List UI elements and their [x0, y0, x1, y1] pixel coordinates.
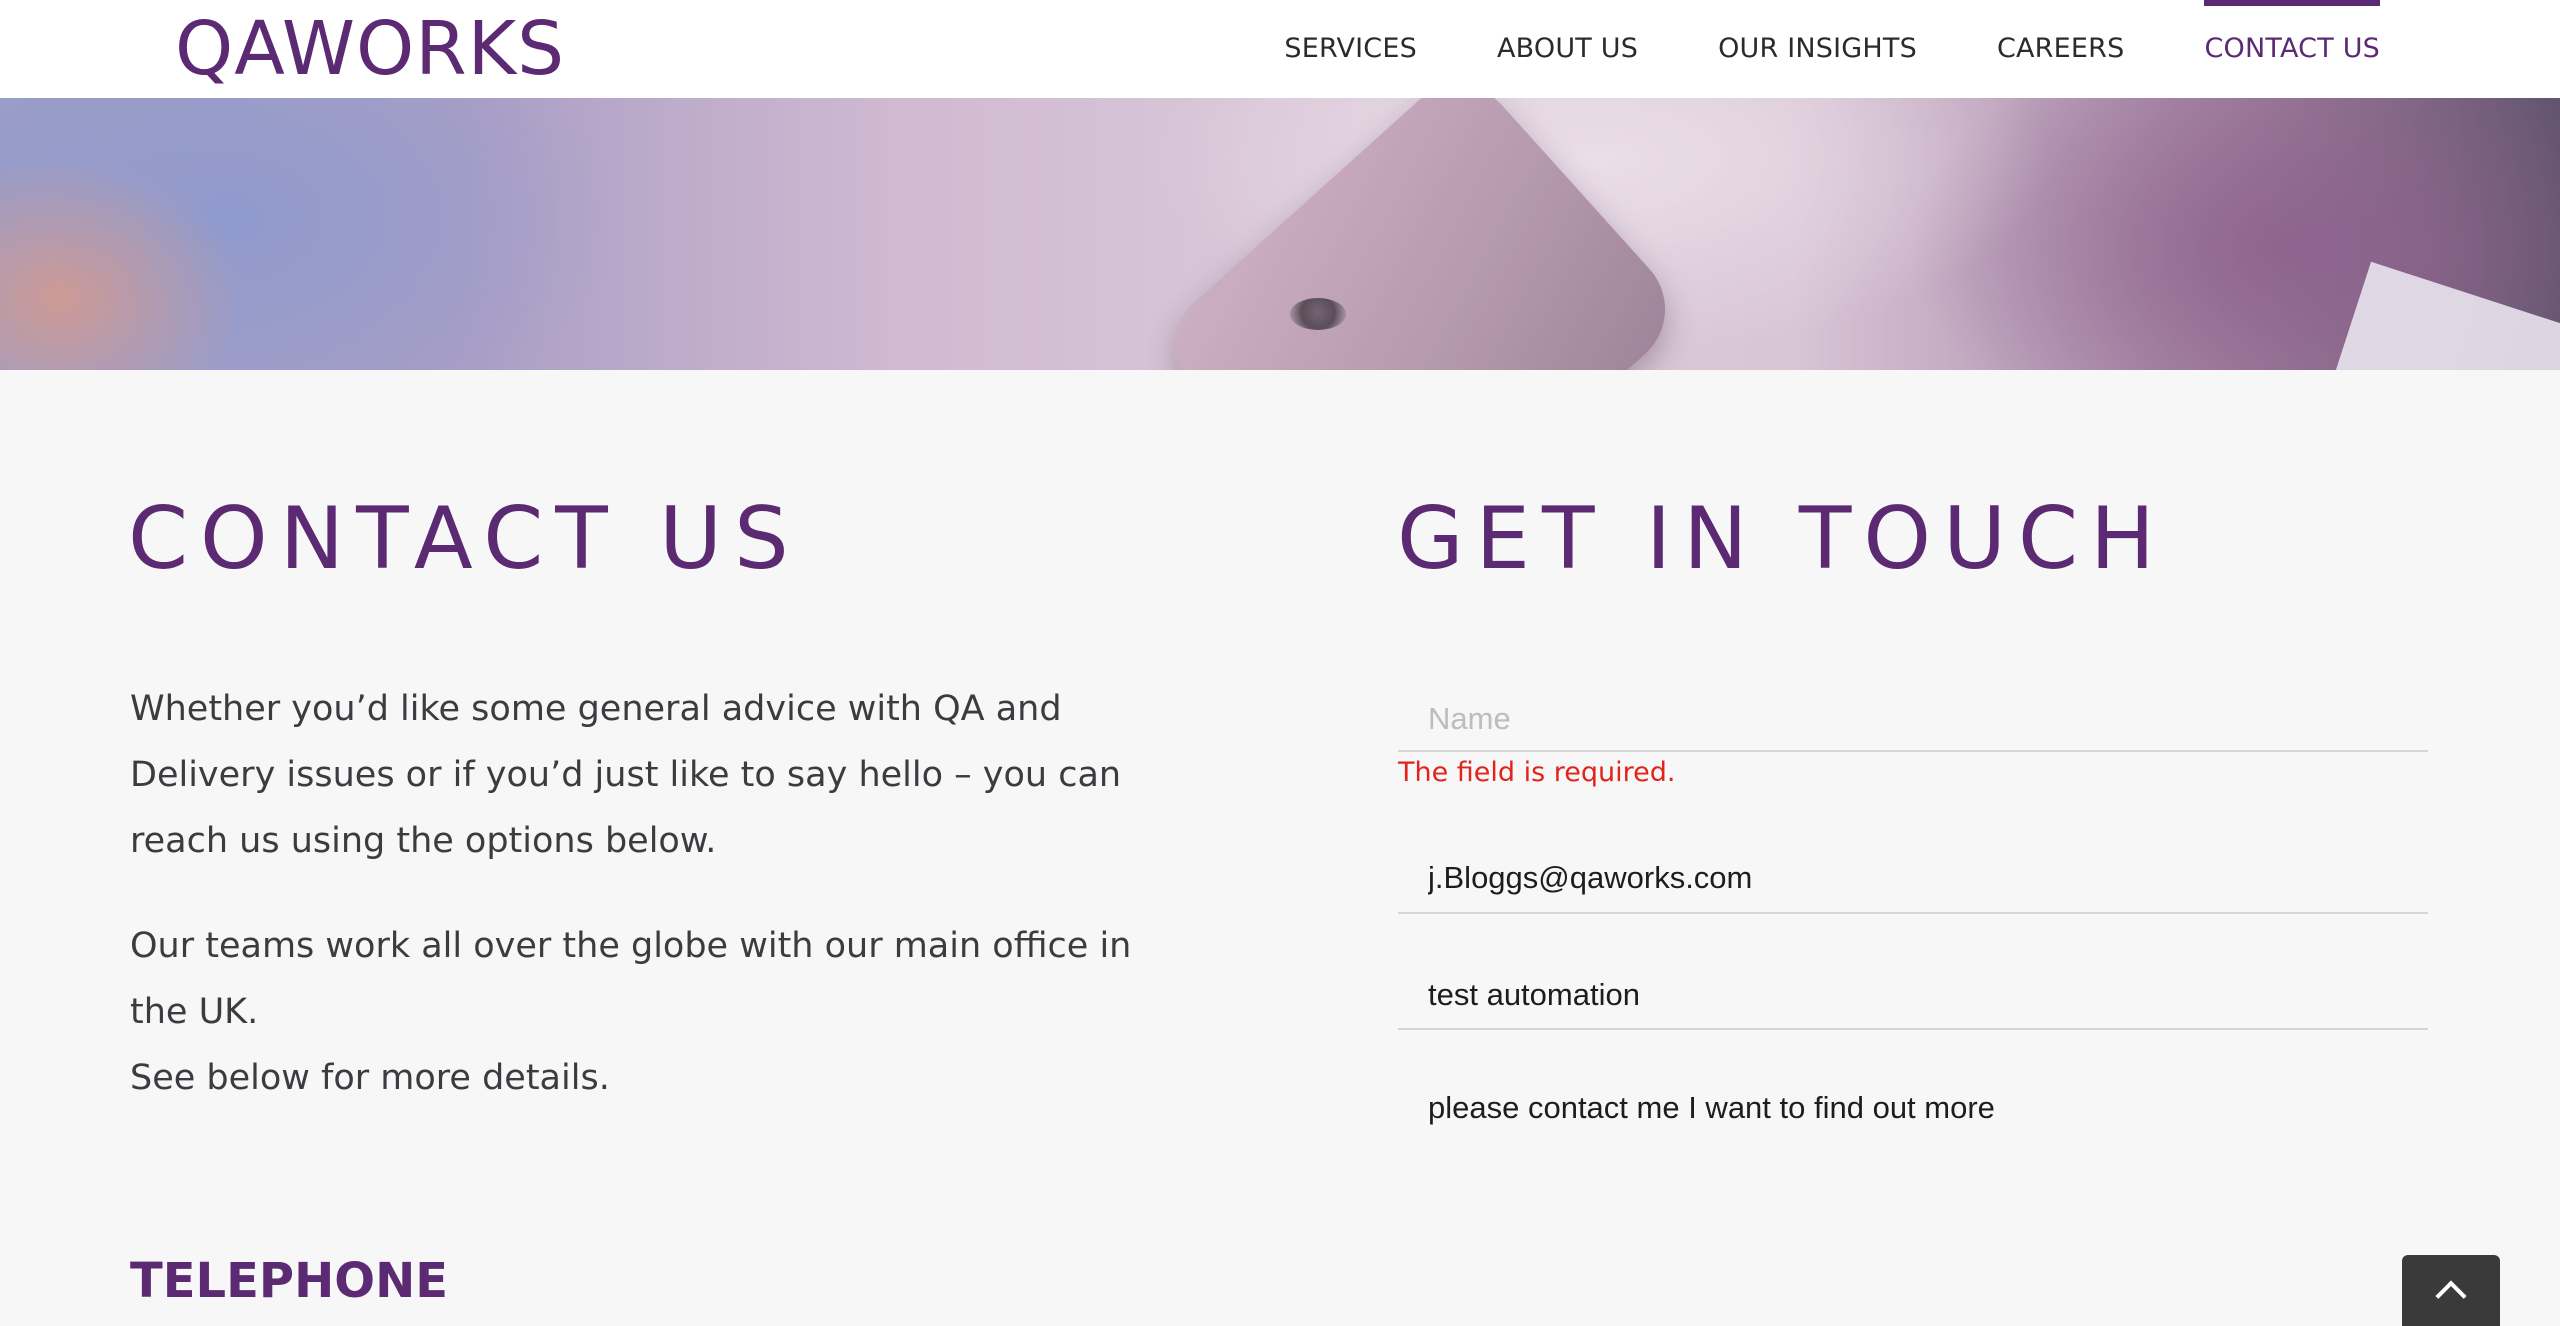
- nav-item-services[interactable]: SERVICES: [1284, 0, 1417, 98]
- logo-text: QAWORKS: [175, 6, 566, 92]
- name-field: [1398, 688, 2428, 752]
- nav-item-careers[interactable]: CAREERS: [1997, 0, 2125, 98]
- site-header: QAWORKS SERVICES ABOUT US OUR INSIGHTS C…: [0, 0, 2560, 98]
- nav-item-about-us[interactable]: ABOUT US: [1497, 0, 1638, 98]
- contact-us-heading: CONTACT US: [128, 489, 801, 589]
- back-to-top-button[interactable]: [2402, 1255, 2500, 1326]
- telephone-heading: TELEPHONE: [130, 1253, 449, 1309]
- contact-intro-paragraph: Whether you’d like some general advice w…: [130, 689, 1122, 861]
- email-field: [1398, 844, 2428, 914]
- office-info-line-1: Our teams work all over the globe with o…: [130, 926, 1132, 1032]
- nav-item-our-insights[interactable]: OUR INSIGHTS: [1718, 0, 1917, 98]
- name-error-message: The field is required.: [1398, 757, 1676, 788]
- email-input[interactable]: [1398, 844, 2428, 912]
- nav-item-contact-us[interactable]: CONTACT US: [2204, 0, 2380, 98]
- subject-input[interactable]: [1398, 962, 2428, 1028]
- qaworks-logo[interactable]: QAWORKS: [175, 6, 565, 92]
- chevron-up-icon: [2435, 1280, 2467, 1312]
- office-info-line-2: See below for more details.: [130, 1058, 610, 1098]
- office-info-paragraph: Our teams work all over the globe with o…: [130, 913, 1150, 1111]
- hero-banner-image: [0, 98, 2560, 370]
- message-textarea[interactable]: please contact me I want to find out mor…: [1398, 1078, 2428, 1138]
- get-in-touch-heading: GET IN TOUCH: [1397, 489, 2167, 589]
- message-field: please contact me I want to find out mor…: [1398, 1078, 2428, 1158]
- hero-overlay: [0, 98, 2560, 370]
- subject-field: [1398, 962, 2428, 1030]
- name-input[interactable]: [1398, 688, 2428, 750]
- main-nav: SERVICES ABOUT US OUR INSIGHTS CAREERS C…: [1204, 0, 2380, 98]
